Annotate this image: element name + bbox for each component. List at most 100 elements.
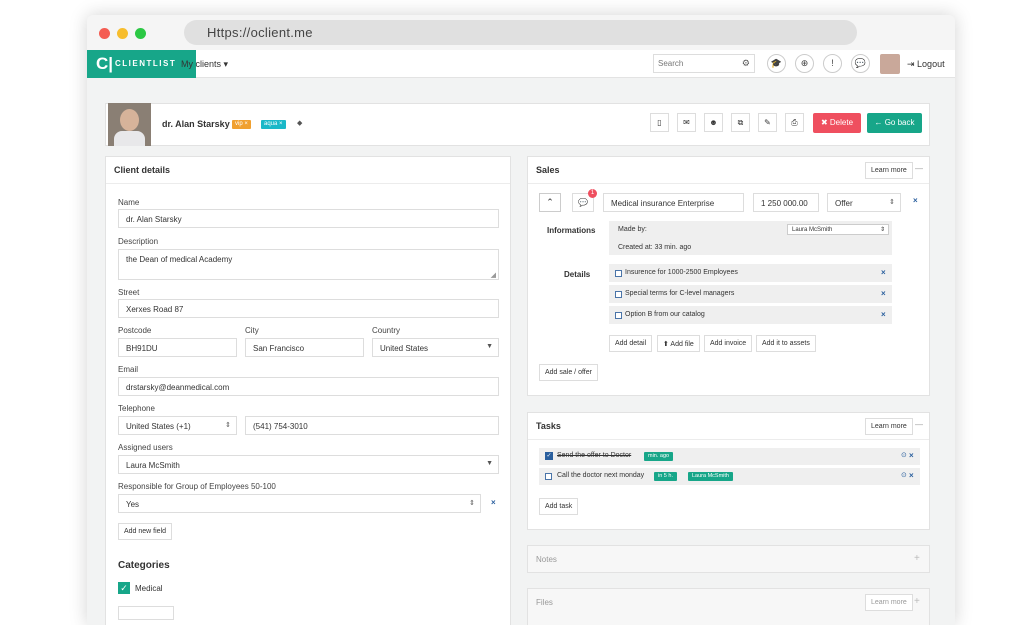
add-to-assets-button[interactable]: Add it to assets	[756, 335, 816, 352]
remove-task-icon[interactable]: ×	[909, 471, 914, 480]
checkbox-icon[interactable]	[615, 312, 622, 319]
postcode-field[interactable]: BH91DU	[118, 338, 237, 357]
browser-chrome: Https://oclient.me	[87, 15, 955, 50]
my-clients-menu[interactable]: My clients ▾	[181, 59, 228, 70]
street-field[interactable]: Xerxes Road 87	[118, 299, 499, 318]
client-name: dr. Alan Starsky	[162, 119, 230, 129]
sales-learn-more-button[interactable]: Learn more	[865, 162, 913, 179]
search-placeholder: Search	[658, 59, 684, 68]
chat-icon[interactable]: 💬	[851, 54, 870, 73]
clock-icon[interactable]: ⊙	[901, 471, 907, 479]
checkbox-icon[interactable]	[615, 291, 622, 298]
notes-card[interactable]: Notes +	[527, 545, 930, 573]
made-by-select[interactable]: Laura McSmith ⇕	[787, 224, 889, 235]
tasks-collapse-icon[interactable]: —	[915, 420, 923, 429]
expand-files-icon[interactable]: +	[914, 596, 920, 607]
remove-task-icon[interactable]: ×	[909, 451, 914, 460]
country-label: Country	[372, 326, 401, 335]
expand-notes-icon[interactable]: +	[914, 553, 920, 564]
search-input[interactable]: Search ⚙	[653, 54, 755, 73]
sale-stage-select[interactable]: Offer ⇕	[827, 193, 901, 212]
files-learn-more-button[interactable]: Learn more	[865, 594, 913, 611]
delete-button[interactable]: ✖ Delete	[813, 113, 861, 133]
email-field[interactable]: drstarsky@deanmedical.com	[118, 377, 499, 396]
checkbox-checked-icon[interactable]: ✓	[545, 452, 553, 460]
collapse-sale-button[interactable]: ⌃	[539, 193, 561, 212]
print-icon[interactable]: ⎙	[785, 113, 804, 132]
alert-icon[interactable]: !	[823, 54, 842, 73]
responsible-select[interactable]: Yes ⇕	[118, 494, 481, 513]
responsible-label: Responsible for Group of Employees 50-10…	[118, 482, 276, 491]
tag-vip[interactable]: vip ×	[232, 120, 251, 129]
detail-row: Option B from our catalog ×	[609, 306, 892, 324]
add-tag-icon[interactable]: ◆	[297, 119, 302, 127]
maximize-window-dot[interactable]	[135, 28, 146, 39]
gear-icon[interactable]: ⚙	[742, 58, 750, 69]
sales-collapse-icon[interactable]: —	[915, 164, 923, 173]
made-by-label: Made by:	[618, 226, 647, 233]
add-sale-offer-button[interactable]: Add sale / offer	[539, 364, 598, 381]
select-arrows-icon: ⇕	[469, 500, 475, 507]
phone-country-value: United States (+1)	[126, 422, 191, 431]
copy-icon[interactable]: ⧉	[731, 113, 750, 132]
informations-box: Made by: Laura McSmith ⇕ Created at: 33 …	[609, 221, 892, 255]
tasks-learn-more-button[interactable]: Learn more	[865, 418, 913, 435]
minimize-window-dot[interactable]	[117, 28, 128, 39]
logo-text: CLIENTLIST	[115, 59, 177, 68]
sale-amount-field[interactable]: 1 250 000.00	[753, 193, 819, 212]
address-bar[interactable]: Https://oclient.me	[184, 20, 857, 45]
category-medical-label: Medical	[135, 584, 163, 593]
name-field[interactable]: dr. Alan Starsky	[118, 209, 499, 228]
task-text: Send the offer to Doctor	[557, 452, 632, 459]
tasks-title: Tasks	[536, 421, 561, 431]
go-back-button[interactable]: ← Go back	[867, 113, 922, 133]
description-label: Description	[118, 237, 159, 246]
tag-aqua[interactable]: aqua ×	[261, 120, 286, 129]
description-value: the Dean of medical Academy	[126, 255, 233, 264]
assigned-users-select[interactable]: Laura McSmith ▼	[118, 455, 499, 474]
assigned-users-label: Assigned users	[118, 443, 173, 452]
add-task-button[interactable]: Add task	[539, 498, 579, 515]
remove-detail-icon[interactable]: ×	[881, 268, 886, 277]
informations-label: Informations	[547, 226, 596, 235]
envelope-icon[interactable]: ✉	[677, 113, 696, 132]
add-detail-button[interactable]: Add detail	[609, 335, 653, 352]
graduation-cap-icon[interactable]: 🎓	[767, 54, 786, 73]
responsible-value: Yes	[126, 500, 140, 509]
add-file-button[interactable]: ⬆ Add file	[657, 335, 700, 352]
country-select[interactable]: United States ▼	[372, 338, 499, 357]
add-category-button[interactable]	[118, 606, 174, 620]
city-field[interactable]: San Francisco	[245, 338, 364, 357]
remove-detail-icon[interactable]: ×	[881, 289, 886, 298]
sale-product-field[interactable]: Medical insurance Enterprise	[603, 193, 744, 212]
phone-number-field[interactable]: (541) 754-3010	[245, 416, 499, 435]
close-window-dot[interactable]	[99, 28, 110, 39]
task-row: ✓ Send the offer to Doctor min. ago ⊙ ×	[539, 448, 920, 465]
checkbox-icon[interactable]	[615, 270, 622, 277]
app-logo[interactable]: C| CLIENTLIST	[87, 50, 196, 78]
files-card[interactable]: Files Learn more +	[527, 588, 930, 625]
phone-country-select[interactable]: United States (+1) ⇕	[118, 416, 237, 435]
top-navigation: C| CLIENTLIST My clients ▾ Search ⚙ 🎓 ⊕ …	[87, 50, 955, 78]
user-icon[interactable]: ☻	[704, 113, 723, 132]
add-invoice-button[interactable]: Add invoice	[704, 335, 753, 352]
checkbox-icon[interactable]	[545, 473, 552, 480]
city-label: City	[245, 326, 259, 335]
created-at-text: Created at: 33 min. ago	[618, 244, 692, 251]
remove-sale-icon[interactable]: ×	[913, 196, 918, 205]
description-field[interactable]: the Dean of medical Academy ◢	[118, 249, 499, 280]
clock-icon[interactable]: ⊙	[901, 451, 907, 459]
comments-count-badge: 1	[588, 189, 597, 198]
mobile-icon[interactable]: ▯	[650, 113, 669, 132]
chevron-down-icon: ▼	[486, 460, 493, 467]
checkbox-checked-icon[interactable]: ✓	[118, 582, 130, 594]
remove-detail-icon[interactable]: ×	[881, 310, 886, 319]
user-avatar[interactable]	[880, 54, 900, 74]
pin-icon[interactable]: ✎	[758, 113, 777, 132]
resize-handle-icon[interactable]: ◢	[491, 271, 496, 279]
notes-title: Notes	[536, 555, 557, 564]
add-new-field-button[interactable]: Add new field	[118, 523, 173, 540]
remove-field-icon[interactable]: ×	[491, 498, 496, 507]
logout-link[interactable]: ⇥ Logout	[907, 59, 945, 70]
lifebuoy-icon[interactable]: ⊕	[795, 54, 814, 73]
